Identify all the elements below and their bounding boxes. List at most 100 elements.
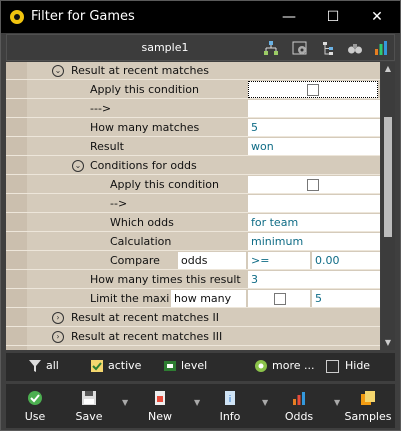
expand-icon[interactable]: › — [52, 331, 64, 343]
active-button[interactable]: active — [90, 359, 141, 373]
new-label: New — [148, 410, 172, 423]
app-logo-icon — [9, 9, 25, 25]
svg-text:i: i — [229, 395, 232, 405]
samples-icon — [361, 391, 375, 405]
samples-button[interactable]: Samples — [343, 390, 393, 423]
new-document-icon — [155, 391, 165, 405]
empty-value[interactable] — [248, 100, 380, 117]
filter-icon — [29, 360, 41, 372]
row-which-odds: Which odds for team — [6, 214, 380, 232]
row-arrow-odds: --> — [6, 195, 380, 213]
samples-label: Samples — [344, 410, 392, 423]
how-many-times-field[interactable]: 3 — [248, 271, 380, 288]
row-label: Calculation — [110, 235, 172, 248]
apply-odds-checkbox[interactable] — [307, 179, 319, 191]
use-label: Use — [24, 410, 46, 423]
level-icon — [164, 361, 176, 371]
row-label: --> — [110, 197, 128, 210]
apply-checkbox[interactable] — [307, 84, 319, 96]
all-label: all — [46, 359, 59, 372]
which-odds-field[interactable]: for team — [248, 214, 380, 231]
filter-window: Filter for Games — ☐ ✕ sample1 ⌄ Result … — [0, 0, 401, 431]
empty-value[interactable] — [248, 195, 380, 212]
minimize-button[interactable]: — — [269, 3, 309, 31]
section-conditions-for-odds[interactable]: ⌄ Conditions for odds — [6, 157, 380, 175]
row-label: ---> — [90, 102, 112, 115]
more-icon — [255, 360, 267, 372]
section-title: Result at recent matches III — [71, 330, 223, 343]
row-result: Result won — [6, 138, 380, 156]
section-recent-matches-2[interactable]: › Result at recent matches II — [6, 309, 380, 327]
level-button[interactable]: level — [163, 359, 207, 373]
row-how-many-matches: How many matches 5 — [6, 119, 380, 137]
odds-label: Odds — [284, 410, 314, 423]
section-title: Result at recent matches II — [71, 311, 219, 324]
row-limit-maximum: Limit the maximu how many 5 — [6, 290, 380, 308]
collapse-icon[interactable]: ⌄ — [72, 160, 84, 172]
profile-toolbar: sample1 — [6, 34, 395, 61]
row-how-many-times: How many times this result 3 — [6, 271, 380, 289]
section-recent-matches[interactable]: ⌄ Result at recent matches — [6, 62, 380, 80]
collapse-icon[interactable]: ⌄ — [52, 65, 64, 77]
hide-label: Hide — [345, 359, 371, 372]
row-arrow: ---> — [6, 100, 380, 118]
row-label: Apply this condition — [110, 178, 219, 191]
section-title: Conditions for odds — [90, 159, 197, 172]
active-label: active — [108, 359, 142, 372]
checklist-icon — [91, 360, 103, 372]
all-button[interactable]: all — [28, 359, 59, 373]
floppy-disk-icon — [82, 391, 96, 405]
row-compare: Compare odds >= 0.00 — [6, 252, 380, 270]
row-label: How many matches — [90, 121, 200, 134]
info-icon: i — [225, 391, 235, 405]
close-button[interactable]: ✕ — [357, 3, 397, 31]
save-label: Save — [75, 410, 103, 423]
row-label: Apply this condition — [90, 83, 199, 96]
more-button[interactable]: more ... — [254, 359, 314, 373]
title-bar: Filter for Games — ☐ ✕ — [1, 1, 400, 33]
info-button[interactable]: i Info — [205, 390, 255, 423]
section-recent-matches-3[interactable]: › Result at recent matches III — [6, 328, 380, 346]
odds-chart-icon — [293, 392, 305, 405]
limit-sub-label: how many — [171, 290, 246, 307]
compare-value-field[interactable]: 0.00 — [312, 252, 380, 269]
row-label: How many times this result — [90, 273, 241, 286]
hierarchy-icon[interactable] — [321, 40, 337, 56]
scroll-up-icon[interactable]: ▲ — [384, 64, 392, 73]
use-button[interactable]: Use — [10, 390, 60, 423]
binoculars-icon[interactable] — [347, 40, 363, 56]
new-button[interactable]: New — [135, 390, 185, 423]
new-dropdown-icon[interactable]: ▼ — [194, 398, 200, 407]
odds-button[interactable]: Odds — [274, 390, 324, 423]
row-calculation: Calculation minimum — [6, 233, 380, 251]
settings-icon[interactable] — [292, 40, 308, 56]
tree-structure-icon[interactable] — [263, 40, 279, 56]
row-label: Result — [90, 140, 124, 153]
bar-chart-icon[interactable] — [373, 40, 389, 56]
profile-name: sample1 — [141, 41, 189, 54]
filter-bar: all active level more ... Hide — [6, 353, 395, 381]
expand-icon[interactable]: › — [52, 312, 64, 324]
info-dropdown-icon[interactable]: ▼ — [262, 398, 268, 407]
compare-sub-label: odds — [178, 252, 246, 269]
limit-value-field[interactable]: 5 — [312, 290, 380, 307]
limit-checkbox[interactable] — [274, 293, 286, 305]
compare-operator-field[interactable]: >= — [248, 252, 310, 269]
result-field[interactable]: won — [248, 138, 380, 155]
info-label: Info — [219, 410, 241, 423]
row-apply-condition: Apply this condition — [6, 81, 380, 99]
save-button[interactable]: Save — [64, 390, 114, 423]
section-title: Result at recent matches — [71, 64, 209, 77]
vertical-scrollbar[interactable]: ▲ ▼ — [381, 62, 395, 350]
scroll-thumb[interactable] — [384, 117, 392, 237]
calculation-field[interactable]: minimum — [248, 233, 380, 250]
row-apply-condition-odds: Apply this condition — [6, 176, 380, 194]
maximize-button[interactable]: ☐ — [313, 3, 353, 31]
save-dropdown-icon[interactable]: ▼ — [122, 398, 128, 407]
how-many-matches-field[interactable]: 5 — [248, 119, 380, 136]
hide-checkbox[interactable] — [326, 360, 339, 373]
window-title: Filter for Games — [31, 9, 135, 24]
odds-dropdown-icon[interactable]: ▼ — [334, 398, 340, 407]
scroll-down-icon[interactable]: ▼ — [384, 338, 392, 347]
level-label: level — [181, 359, 208, 372]
